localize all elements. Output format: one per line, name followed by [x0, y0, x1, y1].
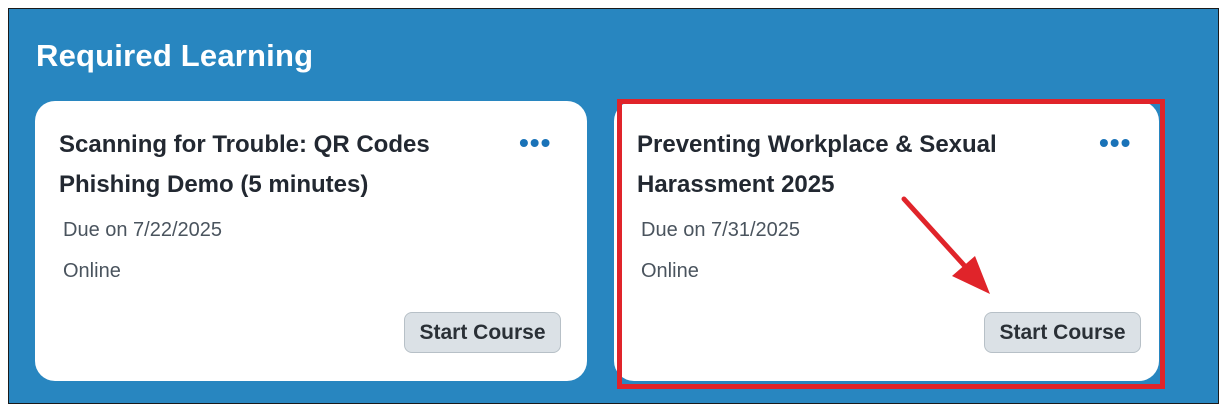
more-options-icon[interactable]: ••• [1099, 129, 1131, 157]
course-card-qr-codes[interactable]: Scanning for Trouble: QR Codes Phishing … [35, 101, 587, 381]
section-title: Required Learning [36, 38, 314, 73]
course-title-line: Harassment 2025 [637, 171, 835, 198]
more-options-icon[interactable]: ••• [519, 129, 551, 157]
course-card-harassment[interactable]: Preventing Workplace & Sexual Harassment… [614, 101, 1159, 381]
course-title-line: Preventing Workplace & Sexual [637, 131, 997, 158]
course-title-line: Scanning for Trouble: QR Codes [59, 131, 430, 158]
course-title-line: Phishing Demo (5 minutes) [59, 171, 369, 198]
required-learning-panel: Required Learning Scanning for Trouble: … [8, 8, 1219, 404]
due-date: Due on 7/22/2025 [63, 219, 223, 241]
start-course-button[interactable]: Start Course [404, 312, 561, 353]
course-title[interactable]: Scanning for Trouble: QR Codes Phishing … [59, 125, 499, 205]
start-course-button[interactable]: Start Course [984, 312, 1141, 353]
delivery-mode: Online [63, 260, 121, 282]
delivery-mode: Online [641, 260, 699, 282]
course-title[interactable]: Preventing Workplace & Sexual Harassment… [637, 125, 1077, 205]
due-date: Due on 7/31/2025 [641, 219, 801, 241]
